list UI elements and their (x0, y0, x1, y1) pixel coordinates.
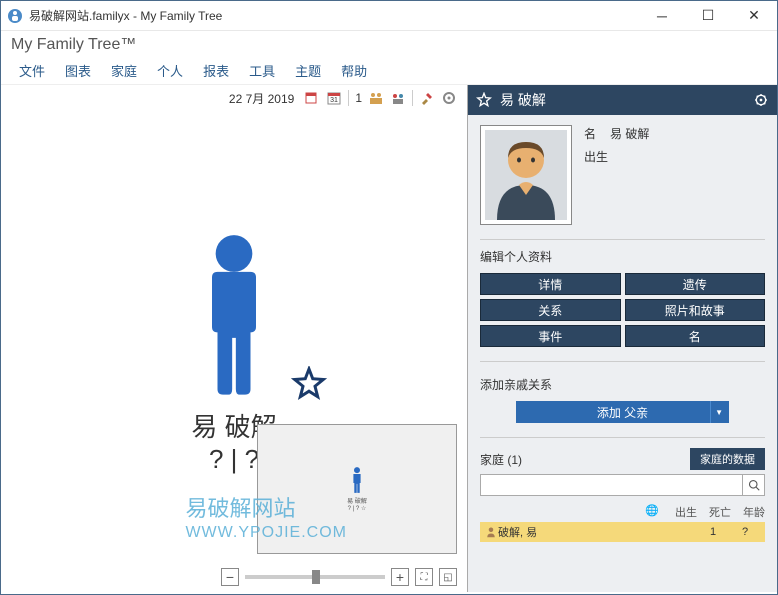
zoom-slider[interactable] (245, 575, 385, 579)
star-icon[interactable] (291, 366, 327, 402)
window-title: 易破解网站.familyx - My Family Tree (29, 7, 639, 24)
edit-section-title: 编辑个人资料 (468, 244, 777, 269)
birth-label: 出生 (584, 148, 608, 165)
events-button[interactable]: 事件 (480, 325, 621, 347)
heredity-button[interactable]: 遗传 (625, 273, 766, 295)
canvas-toolbar: 22 7月 2019 31 1 (1, 85, 467, 111)
family-data-button[interactable]: 家庭的数据 (690, 448, 765, 470)
minimap[interactable]: 易 破解 ? | ? ☆ (257, 424, 457, 554)
fit-button[interactable]: ⛶ (415, 568, 433, 586)
panel-header: 易 破解 (468, 85, 777, 115)
chevron-down-icon[interactable]: ▼ (715, 408, 723, 417)
calendar-icon[interactable]: 31 (326, 90, 342, 106)
family-title: 家庭 (1) (480, 451, 522, 468)
people-icon[interactable] (368, 90, 384, 106)
minimize-button[interactable]: ─ (639, 1, 685, 31)
canvas-pane: 22 7月 2019 31 1 易 破解 ? | ? (1, 85, 467, 592)
table-header: 🌐 出生 死亡 年龄 (480, 502, 765, 522)
details-button[interactable]: 详情 (480, 273, 621, 295)
gear-icon[interactable] (441, 90, 457, 106)
name-button[interactable]: 名 (625, 325, 766, 347)
titlebar: 易破解网站.familyx - My Family Tree ─ ☐ ✕ (1, 1, 777, 31)
search-icon (748, 479, 760, 491)
zoom-out-button[interactable]: − (221, 568, 239, 586)
menu-file[interactable]: 文件 (9, 59, 55, 84)
table-row[interactable]: 破解, 易 1 ? (480, 522, 765, 542)
name-label: 名 (584, 125, 596, 142)
app-subtitle: My Family Tree™ (1, 31, 777, 59)
fullscreen-button[interactable]: ◱ (439, 568, 457, 586)
search-input[interactable] (480, 474, 743, 496)
zoom-in-button[interactable]: + (391, 568, 409, 586)
avatar[interactable] (480, 125, 572, 225)
name-value: 易 破解 (610, 125, 649, 142)
menu-help[interactable]: 帮助 (331, 59, 377, 84)
menu-theme[interactable]: 主题 (285, 59, 331, 84)
zoom-controls: − + ⛶ ◱ (221, 568, 457, 586)
maximize-button[interactable]: ☐ (685, 1, 731, 31)
family-section: 家庭 (1) 家庭的数据 🌐 出生 死亡 年龄 破解, 易 1 ? (468, 442, 777, 548)
tools-icon[interactable] (419, 90, 435, 106)
person-dates: ? | ? (209, 444, 259, 475)
menu-chart[interactable]: 图表 (55, 59, 101, 84)
profile-section: 名 易 破解 出生 (468, 115, 777, 235)
group-icon[interactable] (390, 90, 406, 106)
photos-button[interactable]: 照片和故事 (625, 299, 766, 321)
edit-buttons: 详情 遗传 关系 照片和故事 事件 名 (468, 269, 777, 357)
panel-title: 易 破解 (500, 90, 546, 110)
toolbar-date: 22 7月 2019 (229, 90, 294, 107)
col-birth: 出生 (675, 504, 697, 520)
close-button[interactable]: ✕ (731, 1, 777, 31)
svg-text:31: 31 (330, 97, 338, 104)
app-icon (7, 8, 23, 24)
search-button[interactable] (743, 474, 765, 496)
person-icon (484, 526, 498, 538)
menu-report[interactable]: 报表 (193, 59, 239, 84)
row-age: ? (729, 526, 761, 538)
row-death: 1 (697, 526, 729, 538)
toolbar-count: 1 (355, 91, 362, 105)
menubar: 文件 图表 家庭 个人 报表 工具 主题 帮助 (1, 59, 777, 85)
calendar-flag-icon[interactable] (304, 90, 320, 106)
menu-person[interactable]: 个人 (147, 59, 193, 84)
col-age: 年龄 (743, 504, 765, 520)
relations-button[interactable]: 关系 (480, 299, 621, 321)
row-name: 破解, 易 (498, 524, 665, 540)
menu-tools[interactable]: 工具 (239, 59, 285, 84)
details-panel: 易 破解 名 易 破解 (467, 85, 777, 592)
gear-icon[interactable] (753, 92, 769, 108)
add-section-title: 添加亲戚关系 (480, 372, 765, 397)
add-father-button[interactable]: 添加 父亲 ▼ (516, 401, 729, 423)
minimap-person: 易 破解 ? | ? ☆ (347, 466, 367, 512)
col-death: 死亡 (709, 504, 731, 520)
person-figure[interactable] (179, 229, 289, 399)
star-icon[interactable] (476, 92, 492, 108)
menu-family[interactable]: 家庭 (101, 59, 147, 84)
